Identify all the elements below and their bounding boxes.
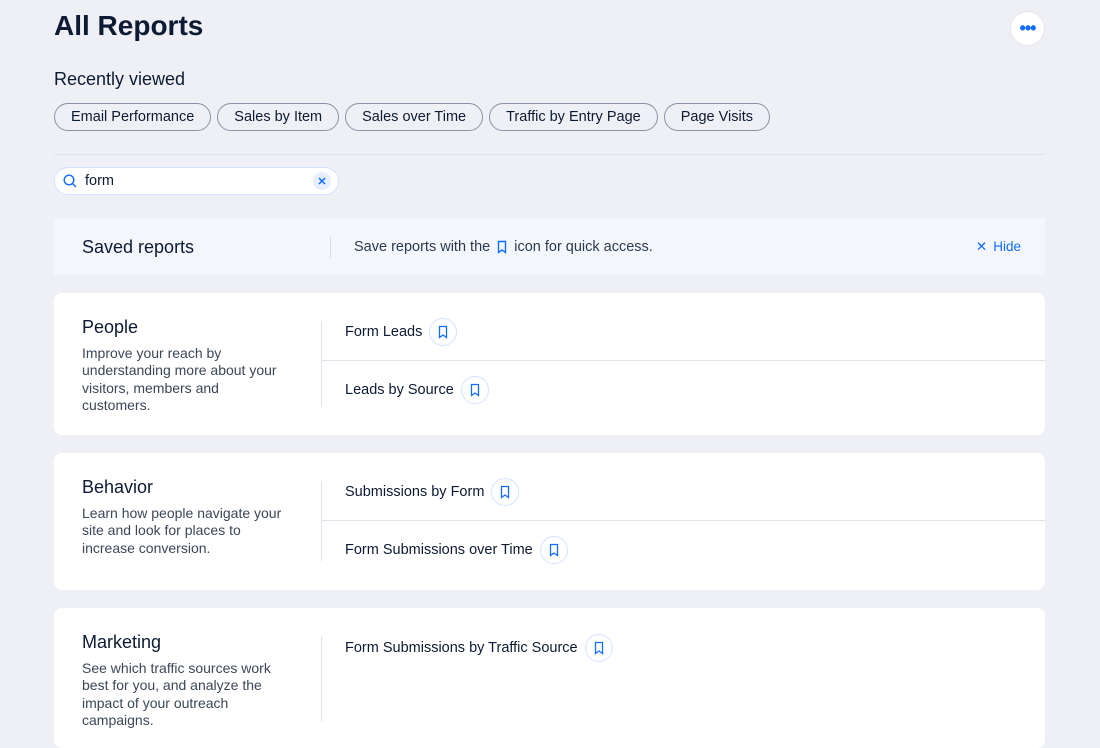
section-title: Behavior	[82, 477, 154, 497]
saved-reports-banner: Saved reports Save reports with the icon…	[54, 218, 1045, 275]
bookmark-icon	[594, 641, 603, 655]
section-card-behavior: Behavior Learn how people navigate your …	[54, 453, 1045, 590]
section-title: People	[82, 317, 139, 337]
banner-title: Saved reports	[82, 237, 195, 257]
save-report-button[interactable]	[539, 535, 568, 564]
report-item[interactable]: Form Submissions by Traffic Source	[322, 619, 1045, 676]
recent-pill[interactable]: Traffic by Entry Page	[489, 103, 658, 131]
divider	[330, 236, 331, 258]
save-report-button[interactable]	[429, 318, 458, 346]
report-item[interactable]: Submissions by Form	[322, 464, 1045, 521]
recent-pill[interactable]: Page Visits	[663, 103, 770, 131]
section-card-people: People Improve your reach by understandi…	[54, 293, 1045, 435]
page-title: All Reports	[54, 10, 204, 41]
report-item[interactable]: Form Leads	[322, 304, 1045, 361]
ellipsis-icon: •••	[1019, 18, 1037, 38]
bookmark-icon	[549, 543, 558, 557]
save-report-button[interactable]	[491, 478, 520, 506]
more-actions-button[interactable]: •••	[1011, 12, 1044, 45]
recent-pill[interactable]: Sales over Time	[345, 103, 484, 131]
bookmark-icon	[470, 383, 479, 397]
section-description: See which traffic sources work best for …	[82, 660, 271, 728]
recently-viewed-heading: Recently viewed	[54, 69, 186, 89]
search-icon	[63, 174, 77, 188]
recent-pill[interactable]: Sales by Item	[217, 103, 340, 131]
hide-label: Hide	[993, 239, 1021, 254]
search-input[interactable]	[85, 173, 305, 189]
bookmark-icon	[439, 325, 448, 339]
report-item[interactable]: Form Submissions over Time	[322, 521, 1045, 578]
close-icon: ✕	[975, 239, 988, 254]
section-description: Learn how people navigate your site and …	[82, 505, 282, 556]
recent-pill[interactable]: Email Performance	[54, 103, 212, 131]
save-report-button[interactable]	[584, 633, 613, 662]
hide-banner-button[interactable]: ✕ Hide	[976, 239, 1021, 255]
banner-message: Save reports with the icon for quick acc…	[354, 239, 653, 255]
section-title: Marketing	[82, 632, 162, 652]
report-item[interactable]: Leads by Source	[322, 361, 1045, 418]
save-report-button[interactable]	[460, 375, 489, 404]
recently-viewed-list: Email Performance Sales by Item Sales ov…	[54, 103, 770, 131]
report-name[interactable]: Form Leads	[345, 324, 422, 340]
report-name[interactable]: Form Submissions by Traffic Source	[345, 640, 578, 656]
report-name[interactable]: Form Submissions over Time	[345, 542, 533, 558]
section-card-marketing: Marketing See which traffic sources work…	[54, 608, 1045, 748]
bookmark-icon	[501, 485, 510, 499]
close-icon: ✕	[317, 175, 327, 188]
report-name[interactable]: Submissions by Form	[345, 484, 484, 500]
divider	[54, 154, 1045, 155]
report-name[interactable]: Leads by Source	[345, 382, 454, 398]
bookmark-icon	[498, 240, 507, 254]
section-description: Improve your reach by understanding more…	[82, 345, 277, 413]
banner-message-start: Save reports with the	[354, 239, 491, 255]
banner-message-end: icon for quick access.	[514, 239, 653, 255]
clear-search-button[interactable]: ✕	[313, 172, 331, 190]
search-box: ✕	[54, 167, 339, 195]
